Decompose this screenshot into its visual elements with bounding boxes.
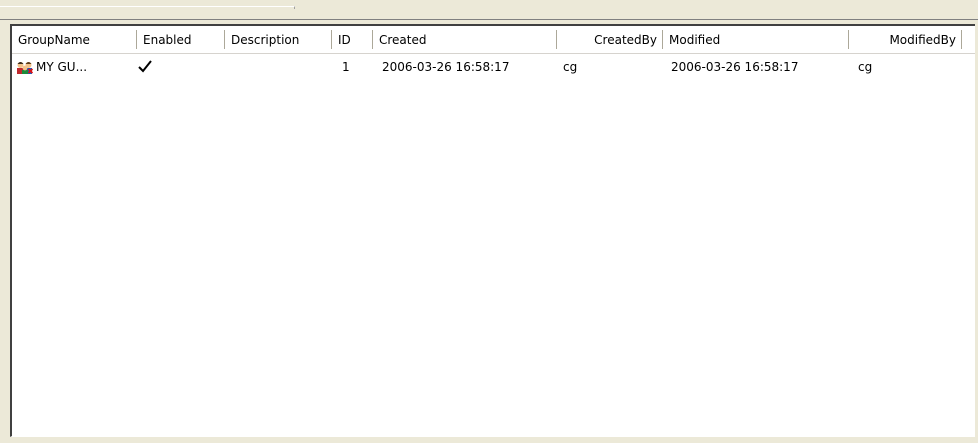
window: GroupName Enabled Description ID Created… <box>0 0 978 443</box>
column-header-modifiedby[interactable]: ModifiedBy <box>849 26 962 54</box>
column-header-created[interactable]: Created <box>373 26 557 54</box>
column-header-label: CreatedBy <box>594 33 657 47</box>
column-header-modified[interactable]: Modified <box>663 26 849 54</box>
column-header-label: Modified <box>669 33 721 47</box>
user-group-icon <box>16 59 34 75</box>
column-header-description[interactable]: Description <box>225 26 332 54</box>
header-divider <box>12 53 978 54</box>
cell-createdby: cg <box>563 60 578 74</box>
cell-created: 2006-03-26 16:58:17 <box>382 60 510 74</box>
cell-groupname: MY GU... <box>36 60 88 74</box>
groups-list-view[interactable]: GroupName Enabled Description ID Created… <box>10 24 978 437</box>
cell-modifiedby: cg <box>858 60 873 74</box>
column-header-createdby[interactable]: CreatedBy <box>557 26 663 54</box>
column-header-groupname[interactable]: GroupName <box>12 26 137 54</box>
table-row[interactable]: MY GU... 1 2006-03-26 16:58:17 cg 2006-0… <box>12 57 978 77</box>
column-header-label: ModifiedBy <box>889 33 956 47</box>
list-header: GroupName Enabled Description ID Created… <box>12 26 978 54</box>
column-header-label: ID <box>338 33 351 47</box>
column-header-label: Enabled <box>143 33 192 47</box>
column-header-enabled[interactable]: Enabled <box>137 26 225 54</box>
column-header-id[interactable]: ID <box>332 26 373 54</box>
column-header-label: GroupName <box>18 33 90 47</box>
cell-id: 1 <box>342 60 350 74</box>
frame-divider <box>0 19 978 20</box>
cell-description <box>231 57 326 77</box>
cell-modified: 2006-03-26 16:58:17 <box>671 60 799 74</box>
tab-edge <box>0 6 295 9</box>
column-header-label: Description <box>231 33 300 47</box>
check-icon <box>137 59 153 75</box>
column-header-label: Created <box>379 33 427 47</box>
